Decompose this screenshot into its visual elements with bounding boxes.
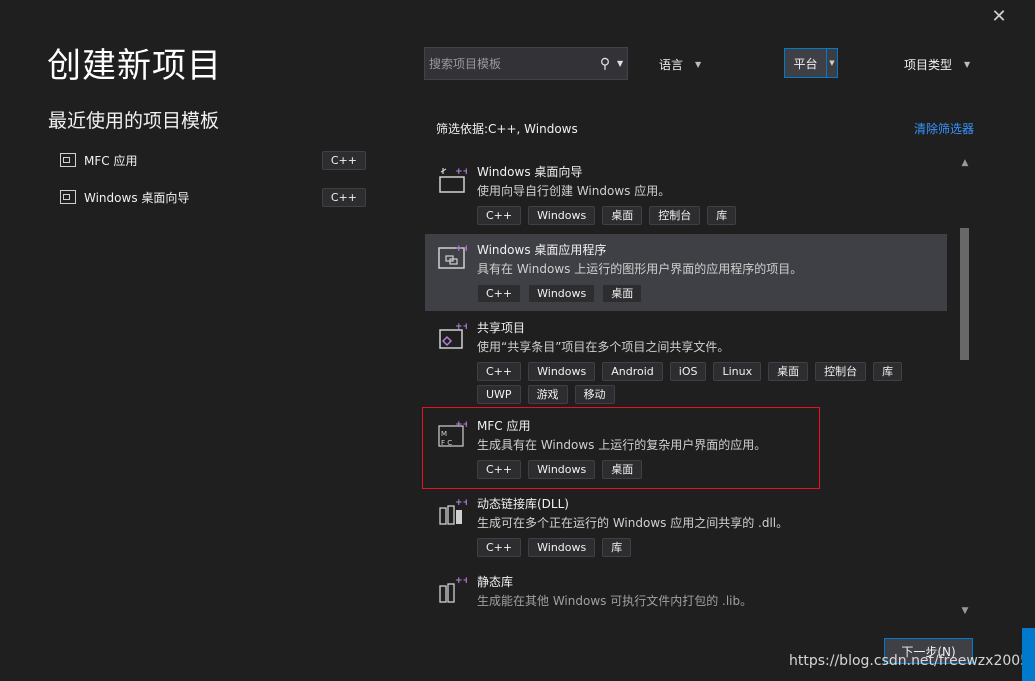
tag: 桌面: [768, 362, 809, 381]
windows-desktop-wizard-icon: ++: [439, 167, 467, 193]
tag: 游戏: [527, 385, 568, 404]
shared-project-icon: ++: [439, 322, 467, 349]
template-tags: C++ Windows Android iOS Linux 桌面 控制台 库 U…: [477, 362, 917, 404]
project-type-filter-dropdown[interactable]: 项目类型 ▼: [904, 56, 970, 73]
search-icon[interactable]: ⚲: [593, 56, 617, 72]
svg-text:++: ++: [455, 420, 467, 430]
recent-template-mfc-app[interactable]: MFC 应用 C++: [60, 148, 366, 172]
svg-text:++: ++: [455, 498, 467, 508]
template-description: 具有在 Windows 上运行的图形用户界面的应用程序的项目。: [477, 262, 803, 276]
clear-filters-link[interactable]: 清除筛选器: [914, 120, 974, 137]
tag: 控制台: [815, 362, 867, 381]
tag: Android: [602, 362, 663, 381]
template-item-dll[interactable]: ++ 动态链接库(DLL) 生成可在多个正在运行的 Windows 应用之间共享…: [425, 488, 947, 566]
language-filter-dropdown[interactable]: 语言 ▼: [659, 56, 701, 73]
tag: 库: [602, 538, 632, 557]
tag: Windows: [528, 206, 596, 225]
tag: Linux: [713, 362, 762, 381]
search-input[interactable]: [425, 55, 593, 72]
template-name: 静态库: [477, 575, 514, 589]
static-library-icon: ++: [439, 576, 467, 603]
window-edge-strip: [1022, 628, 1035, 681]
template-description: 生成能在其他 Windows 可执行文件内打包的 .lib。: [477, 594, 753, 608]
template-name: 共享项目: [477, 321, 526, 335]
recent-template-windows-desktop-wizard[interactable]: Windows 桌面向导 C++: [60, 185, 366, 209]
tag: iOS: [669, 362, 707, 381]
tag: C++: [477, 362, 522, 381]
recent-templates-heading: 最近使用的项目模板: [48, 110, 220, 132]
tag: Windows: [528, 538, 596, 557]
tag: 库: [707, 206, 737, 225]
template-list: ++ Windows 桌面向导 使用向导自行创建 Windows 应用。 C++…: [425, 156, 947, 611]
chevron-down-icon[interactable]: ▼: [826, 49, 837, 77]
template-item-windows-desktop-wizard[interactable]: ++ Windows 桌面向导 使用向导自行创建 Windows 应用。 C++…: [425, 156, 947, 234]
svg-text:M: M: [441, 430, 447, 438]
tag: 控制台: [649, 206, 701, 225]
tag: C++: [477, 460, 522, 479]
template-name: Windows 桌面应用程序: [477, 243, 607, 257]
project-type-filter-label: 项目类型: [904, 58, 953, 72]
windows-desktop-wizard-icon: [60, 190, 76, 204]
close-icon: ✕: [991, 6, 1007, 27]
tag: 桌面: [602, 206, 643, 225]
template-description: 生成可在多个正在运行的 Windows 应用之间共享的 .dll。: [477, 516, 789, 530]
mfc-app-icon: M F C ++: [438, 420, 467, 447]
language-badge: C++: [321, 150, 366, 170]
tag: C++: [477, 206, 522, 225]
dll-icon: ++: [439, 498, 467, 525]
svg-text:++: ++: [455, 167, 467, 177]
tag: UWP: [477, 385, 521, 404]
tag: 移动: [574, 385, 615, 404]
chevron-down-icon[interactable]: ▼: [617, 59, 627, 68]
tag: 桌面: [602, 284, 643, 303]
scroll-down-icon[interactable]: ▼: [958, 606, 972, 616]
tag: Windows: [528, 460, 596, 479]
language-badge: C++: [321, 187, 366, 207]
mfc-app-icon: [60, 153, 76, 167]
template-item-static-lib[interactable]: ++ 静态库 生成能在其他 Windows 可执行文件内打包的 .lib。: [425, 566, 947, 611]
page-title: 创建新项目: [47, 46, 222, 86]
template-tags: C++ Windows 桌面: [477, 284, 917, 303]
svg-text:F C: F C: [441, 439, 452, 447]
scrollbar[interactable]: [958, 156, 972, 619]
template-tags: C++ Windows 库: [477, 538, 917, 557]
recent-template-name: MFC 应用: [84, 153, 138, 168]
template-description: 使用向导自行创建 Windows 应用。: [477, 184, 671, 198]
template-item-shared-project[interactable]: ++ 共享项目 使用“共享条目”项目在多个项目之间共享文件。 C++ Windo…: [425, 312, 947, 410]
platform-filter-dropdown[interactable]: 平台 ▼: [784, 48, 838, 78]
template-item-mfc-app[interactable]: M F C ++ MFC 应用 生成具有在 Windows 上运行的复杂用户界面…: [425, 410, 947, 488]
template-name: 动态链接库(DLL): [477, 497, 569, 511]
template-tags: C++ Windows 桌面 控制台 库: [477, 206, 917, 225]
template-name: Windows 桌面向导: [477, 165, 583, 179]
template-name: MFC 应用: [477, 419, 531, 433]
scrollbar-thumb[interactable]: [960, 228, 969, 360]
svg-text:++: ++: [455, 576, 467, 586]
language-filter-label: 语言: [659, 58, 684, 72]
chevron-down-icon: ▼: [964, 60, 971, 69]
tag: 桌面: [602, 460, 643, 479]
template-tags: C++ Windows 桌面: [477, 460, 917, 479]
chevron-down-icon: ▼: [695, 60, 702, 69]
template-description: 生成具有在 Windows 上运行的复杂用户界面的应用。: [477, 438, 767, 452]
template-description: 使用“共享条目”项目在多个项目之间共享文件。: [477, 340, 730, 354]
recent-template-name: Windows 桌面向导: [84, 190, 190, 205]
platform-filter-label: 平台: [793, 56, 818, 71]
search-box[interactable]: ⚲ ▼: [424, 47, 628, 80]
tag: C++: [477, 284, 522, 303]
template-item-windows-desktop-app[interactable]: ++ Windows 桌面应用程序 具有在 Windows 上运行的图形用户界面…: [425, 234, 947, 311]
svg-text:++: ++: [455, 322, 467, 332]
windows-desktop-app-icon: ++: [438, 244, 467, 269]
tag: Windows: [528, 284, 596, 303]
filter-summary: 筛选依据:C++, Windows: [436, 122, 578, 136]
tag: C++: [477, 538, 522, 557]
scroll-up-icon[interactable]: ▲: [958, 158, 972, 168]
tag: 库: [873, 362, 903, 381]
watermark: https://blog.csdn.net/freewzx2005: [789, 653, 1030, 669]
close-button[interactable]: ✕: [988, 6, 1010, 28]
tag: Windows: [528, 362, 596, 381]
svg-text:++: ++: [455, 244, 467, 254]
